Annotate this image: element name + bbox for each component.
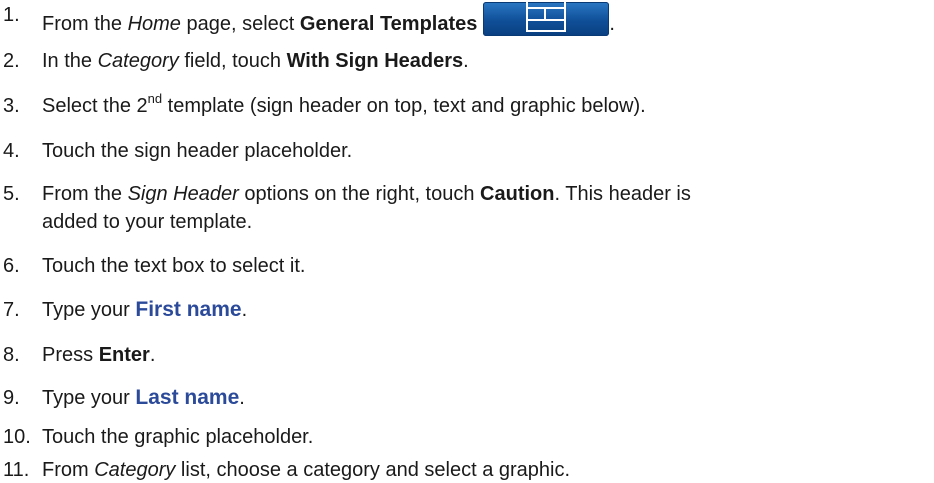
step-number: 9. xyxy=(3,387,20,409)
step-number: 3. xyxy=(3,95,20,117)
instruction-list: 1. From the Home page, select General Te… xyxy=(0,0,934,483)
step-number: 2. xyxy=(3,50,20,72)
last-name-emphasis: Last name xyxy=(135,386,240,409)
first-name-emphasis: First name xyxy=(135,298,242,321)
step-text: Touch the sign header placeholder. xyxy=(42,140,353,162)
general-templates-button-icon xyxy=(483,0,610,36)
step-number: 6. xyxy=(3,255,20,277)
step-number: 7. xyxy=(3,299,20,321)
step-number: 8. xyxy=(3,344,20,366)
step-number: 5. xyxy=(3,183,20,205)
step-text: Touch the text box to select it. xyxy=(42,255,306,277)
step-number: 10. xyxy=(3,426,31,448)
step-number: 1. xyxy=(3,4,20,26)
step-text: Type your First name. xyxy=(42,298,248,321)
step-number: 11. xyxy=(3,459,30,481)
step-text: In the Category field, touch With Sign H… xyxy=(42,50,469,72)
step-text: Type your Last name. xyxy=(42,386,245,409)
step-text: From the Home page, select General Templ… xyxy=(42,0,615,37)
step-text: Press Enter. xyxy=(42,344,156,366)
step-text: Touch the graphic placeholder. xyxy=(42,426,314,448)
step-text-continued: added to your template. xyxy=(42,211,253,233)
step-text: From the Sign Header options on the righ… xyxy=(42,183,691,205)
step-number: 4. xyxy=(3,140,20,162)
step-text: From Category list, choose a category an… xyxy=(42,459,571,481)
step-text: Select the 2nd template (sign header on … xyxy=(42,91,646,117)
